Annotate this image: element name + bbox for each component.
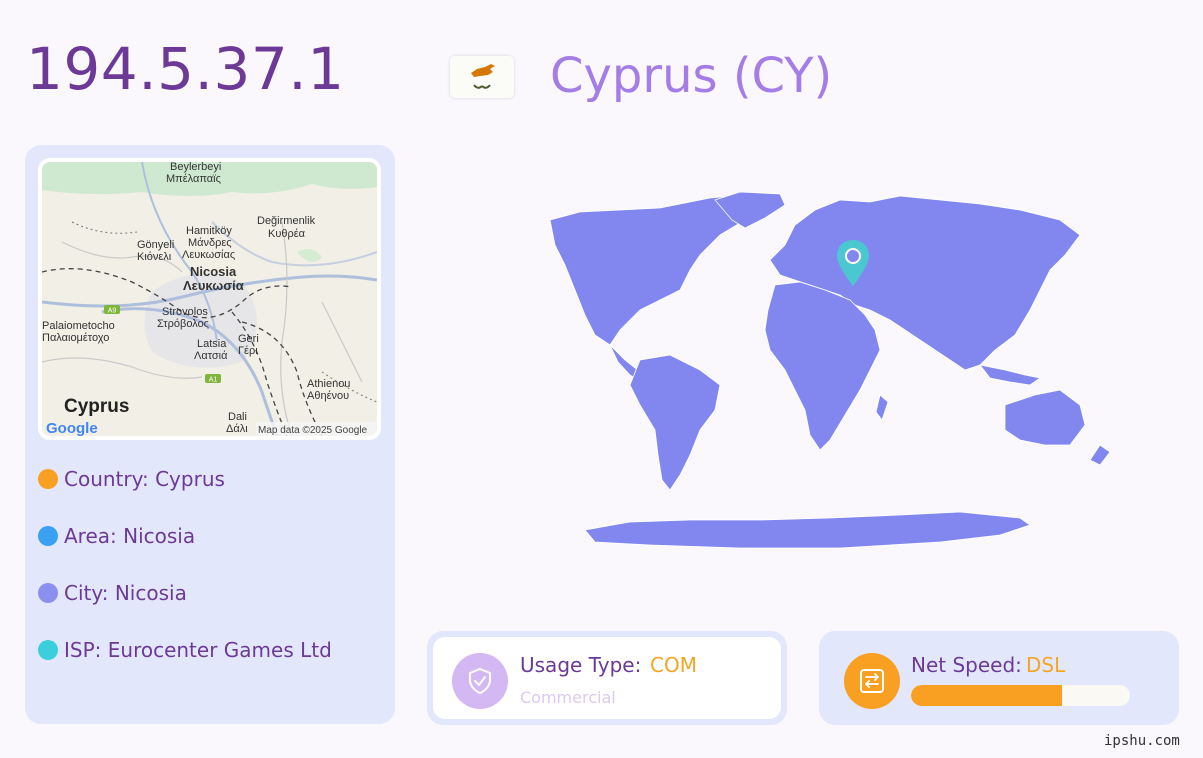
map-road-a9: A9 xyxy=(108,308,117,315)
network-transfer-icon xyxy=(844,653,900,709)
city-dot-icon xyxy=(38,583,58,603)
map-label-palaiometocho: Palaiometocho xyxy=(42,320,115,332)
map-label-latsia: Latsia xyxy=(197,338,227,350)
map-label-geri: Geri xyxy=(238,333,259,345)
usage-type-description: Commercial xyxy=(520,688,616,707)
area-dot-icon xyxy=(38,526,58,546)
southeast-asia-islands xyxy=(979,364,1041,386)
google-logo: Google xyxy=(46,420,98,436)
map-label-athienou-gr: Αθηένου xyxy=(307,390,349,402)
map-label-degirmenlik-gr: Κυθρέα xyxy=(268,228,306,240)
map-label-hamitkoy-gr2: Λευκωσίας xyxy=(182,249,235,261)
map-label-gonyeli: Gönyeli xyxy=(137,239,174,251)
shield-check-icon xyxy=(452,653,508,709)
info-row-area: Area: Nicosia xyxy=(38,524,195,548)
info-row-country: Country: Cyprus xyxy=(38,467,225,491)
map-label-degirmenlik: Değirmenlik xyxy=(257,215,316,227)
country-title: Cyprus (CY) xyxy=(550,48,833,104)
map-label-dali-gr: Δάλι xyxy=(226,423,248,435)
world-map xyxy=(540,190,1150,555)
country-text: Country: Cyprus xyxy=(64,467,225,491)
map-label-strovolos: Strovolos xyxy=(162,306,208,318)
city-text: City: Nicosia xyxy=(64,581,187,605)
map-road-a1: A1 xyxy=(209,377,218,384)
isp-text: ISP: Eurocenter Games Ltd xyxy=(64,638,332,662)
info-row-city: City: Nicosia xyxy=(38,581,187,605)
map-label-athienou: Athienou xyxy=(307,378,350,390)
map-label-beylerbeyi: Beylerbeyi xyxy=(170,162,221,173)
net-speed-bar-fill xyxy=(911,685,1063,706)
area-text: Area: Nicosia xyxy=(64,524,196,548)
map-label-latsia-gr: Λατσιά xyxy=(194,350,228,362)
location-panel: A9 A1 Beylerbeyi Μπέλαπαϊς Hamitköy Μάνδ… xyxy=(25,145,395,724)
net-speed-bar xyxy=(911,685,1130,706)
info-row-isp: ISP: Eurocenter Games Ltd xyxy=(38,638,332,662)
map-label-strovolos-gr: Στρόβολος xyxy=(157,318,209,330)
map-label-gonyeli-gr: Κιόνελι xyxy=(137,251,172,263)
map-label-palaiometocho-gr: Παλαιομέτοχο xyxy=(42,332,109,344)
location-mini-map[interactable]: A9 A1 Beylerbeyi Μπέλαπαϊς Hamitköy Μάνδ… xyxy=(38,158,381,440)
usage-type-label: Usage Type: xyxy=(520,653,642,677)
net-speed-value: DSL xyxy=(1026,653,1066,677)
map-label-dali: Dali xyxy=(228,411,247,423)
madagascar xyxy=(875,394,889,421)
map-label-nicosia-gr: Λευκωσία xyxy=(183,278,244,293)
map-attribution[interactable]: Map data ©2025 Google xyxy=(258,425,368,436)
ip-address-title: 194.5.37.1 xyxy=(26,35,345,103)
map-label-geri-gr: Γέρι xyxy=(238,345,258,357)
net-speed-card: Net Speed: DSL xyxy=(819,631,1179,725)
net-speed-label: Net Speed: xyxy=(911,653,1022,677)
cyprus-flag-icon xyxy=(450,56,514,98)
country-dot-icon xyxy=(38,469,58,489)
map-label-hamitkoy-gr1: Μάνδρες xyxy=(188,237,232,249)
antarctica xyxy=(584,511,1031,549)
new-zealand xyxy=(1089,444,1111,466)
site-watermark: ipshu.com xyxy=(1104,733,1180,749)
south-america xyxy=(629,354,721,491)
isp-dot-icon xyxy=(38,640,58,660)
map-label-cyprus: Cyprus xyxy=(64,396,129,417)
usage-type-card: Usage Type: COM Commercial xyxy=(427,631,787,725)
usage-type-value: COM xyxy=(650,653,697,677)
map-label-hamitkoy: Hamitköy xyxy=(186,225,232,237)
map-label-nicosia: Nicosia xyxy=(190,264,237,279)
australia xyxy=(1004,389,1086,446)
map-label-beylerbeyi-gr: Μπέλαπαϊς xyxy=(166,173,221,185)
